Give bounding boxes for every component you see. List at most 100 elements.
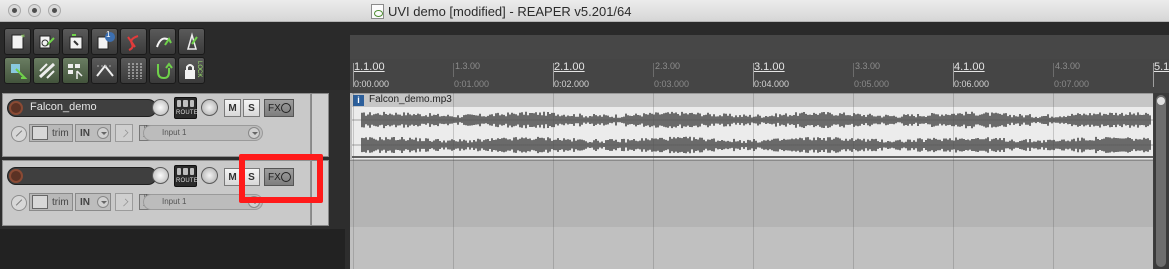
ripple-edit-icon — [38, 62, 56, 79]
settings-badge: 1 — [106, 30, 111, 39]
metronome-button[interactable] — [178, 28, 205, 55]
ruler-time-label: 0:00.000 — [354, 79, 390, 89]
grid-line — [953, 93, 954, 269]
route-label: ROUTE — [176, 178, 198, 184]
solo-button[interactable]: S — [243, 99, 260, 117]
input-monitor-button[interactable]: IN — [75, 124, 111, 142]
chevron-down-icon[interactable] — [248, 127, 260, 139]
auto-crossfade-button[interactable] — [91, 57, 118, 84]
pan-knob[interactable] — [201, 167, 218, 184]
close-window-button[interactable] — [8, 4, 21, 17]
ruler-time-label: 0:04.000 — [754, 79, 790, 89]
arrange-view[interactable]: 1.1.00 0:00.000 1.3.00 0:01.000 2.1.00 0:02.0… — [350, 22, 1169, 269]
project-settings-button[interactable]: 1 — [91, 28, 118, 55]
grouping-button[interactable] — [62, 57, 89, 84]
record-monitor-icon[interactable] — [115, 124, 133, 142]
record-arm-button[interactable] — [9, 101, 23, 115]
new-project-icon: * — [11, 33, 25, 50]
ruler-time-label: 0:03.000 — [654, 79, 690, 89]
ruler-bar-label: 1.1.00 — [354, 61, 385, 73]
envelope-icon — [32, 195, 48, 209]
route-button[interactable]: ROUTE — [174, 97, 198, 119]
grid-line — [353, 93, 354, 269]
volume-knob[interactable] — [152, 99, 169, 116]
window-title-group: UVI demo [modified] - REAPER v5.201/64 — [371, 2, 632, 20]
ruler-time-label: 0:01.000 — [454, 79, 490, 89]
undo-button[interactable] — [120, 28, 147, 55]
grid-line — [553, 93, 554, 269]
snap-icon — [11, 64, 28, 79]
ruler-tick — [653, 63, 654, 77]
track-name: Falcon_demo — [30, 101, 97, 113]
redo-button[interactable] — [149, 28, 176, 55]
grid-line — [853, 93, 854, 269]
ruler-bar-label: 5.1 — [1154, 61, 1169, 73]
undo-icon — [127, 35, 139, 51]
record-monitor-icon[interactable] — [115, 193, 133, 211]
grid-icon — [128, 63, 142, 79]
track-control-panel-empty — [0, 229, 345, 269]
save-project-icon — [69, 34, 83, 50]
empty-lane-area[interactable] — [350, 227, 1153, 269]
new-project-button[interactable]: * — [4, 28, 31, 55]
input-select[interactable]: Input 1 — [143, 125, 263, 141]
input-monitor-button[interactable]: IN — [75, 193, 111, 211]
envelope-icon — [32, 126, 48, 140]
project-settings-icon — [97, 32, 115, 50]
ruler-bar-label: 3.1.00 — [754, 61, 785, 73]
ruler-bar-label: 3.3.00 — [855, 61, 881, 71]
input-label: IN — [80, 127, 90, 139]
ruler-bar-label: 1.3.00 — [455, 61, 481, 71]
record-arm-button[interactable] — [9, 169, 23, 183]
fx-bypass-icon[interactable] — [281, 103, 291, 113]
phase-invert-icon[interactable] — [11, 126, 27, 142]
arrange-marker-lane[interactable] — [350, 35, 1169, 59]
grid-line — [753, 93, 754, 269]
track-2-lane[interactable] — [350, 160, 1153, 227]
track-name-field[interactable] — [7, 167, 157, 185]
chevron-down-icon[interactable] — [97, 127, 109, 139]
minimize-window-button[interactable] — [28, 4, 41, 17]
media-item-name: Falcon_demo.mp3 — [369, 94, 452, 105]
zoom-window-button[interactable] — [48, 4, 61, 17]
scrollbar-thumb[interactable] — [1156, 95, 1166, 267]
open-project-icon — [39, 35, 55, 49]
lock-label: LOCK — [196, 61, 202, 78]
grid-button[interactable] — [120, 57, 147, 84]
envelope-button[interactable]: trim — [29, 124, 73, 142]
svg-text:*: * — [21, 33, 25, 42]
vertical-scrollbar[interactable] — [1153, 93, 1169, 269]
fx-label: FX — [268, 102, 281, 114]
chevron-down-icon[interactable] — [97, 196, 109, 208]
ruler-time-label: 0:07.000 — [1054, 79, 1090, 89]
snap-button[interactable] — [4, 57, 31, 84]
ripple-edit-button[interactable] — [33, 57, 60, 84]
ruler-tick — [1053, 63, 1054, 77]
ruler-time-label: 0:06.000 — [954, 79, 990, 89]
route-label: ROUTE — [176, 110, 198, 116]
arrange-top-bar — [350, 22, 1169, 35]
document-icon — [371, 3, 384, 19]
mute-button[interactable]: M — [224, 99, 241, 117]
volume-knob[interactable] — [152, 167, 169, 184]
lock-button[interactable]: LOCK — [178, 57, 205, 84]
input-select-label: Input 1 — [162, 128, 187, 137]
envelope-button[interactable]: trim — [29, 193, 73, 211]
loop-icon — [157, 62, 173, 80]
phase-invert-icon[interactable] — [11, 195, 27, 211]
save-project-button[interactable] — [62, 28, 89, 55]
fx-button[interactable]: FX — [264, 99, 294, 117]
pan-knob[interactable] — [201, 99, 218, 116]
open-project-button[interactable] — [33, 28, 60, 55]
track-1-controls[interactable]: Falcon_demo ROUTE M S FX trim IN IN FX I… — [2, 93, 311, 157]
track-1-lane[interactable]: i Falcon_demo.mp3 — [350, 93, 1153, 160]
route-button[interactable]: ROUTE — [174, 165, 198, 187]
input-select-label: Input 1 — [162, 197, 187, 206]
envelope-label: trim — [52, 127, 69, 139]
track-name-field[interactable]: Falcon_demo — [7, 99, 157, 117]
scroll-up-icon[interactable] — [1157, 97, 1165, 105]
loop-button[interactable] — [149, 57, 176, 84]
ruler-bar-label: 4.3.00 — [1055, 61, 1081, 71]
info-icon[interactable]: i — [353, 95, 364, 106]
ruler-tick — [853, 63, 854, 77]
